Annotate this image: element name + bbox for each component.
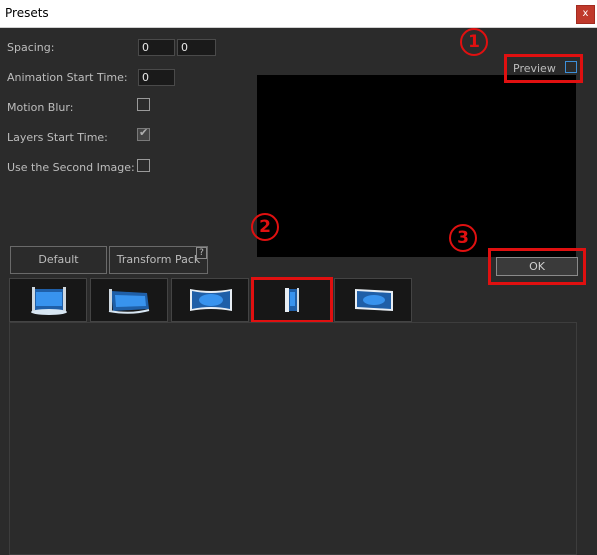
- preset-thumb-scroll-curl[interactable]: [90, 278, 168, 322]
- layers-start-checkbox[interactable]: ✔: [137, 126, 150, 141]
- preset-list-area: [9, 322, 577, 555]
- wave-panel-icon: [190, 289, 232, 311]
- edge-rotate-icon: [285, 288, 299, 312]
- second-image-label: Use the Second Image:: [7, 161, 135, 174]
- window-title: Presets: [5, 6, 49, 20]
- motion-blur-label: Motion Blur:: [7, 101, 74, 114]
- spacing-label: Spacing:: [7, 41, 55, 54]
- spacing-x-input[interactable]: [138, 39, 175, 56]
- animation-start-input[interactable]: [138, 69, 175, 86]
- annotation-marker-2: 2: [251, 213, 279, 241]
- bent-panel-icon: [355, 289, 393, 311]
- help-icon[interactable]: ?: [196, 247, 207, 259]
- preset-thumbnails: [9, 277, 412, 323]
- preset-thumb-bent-panel[interactable]: [334, 278, 412, 322]
- spacing-y-input[interactable]: [177, 39, 216, 56]
- tab-transform-pack[interactable]: Transform Pack: [109, 246, 208, 274]
- annotation-marker-3: 3: [449, 224, 477, 252]
- preset-thumb-edge-rotate[interactable]: [251, 277, 333, 323]
- ok-button[interactable]: OK: [496, 257, 578, 276]
- checkmark-icon: ✔: [139, 126, 149, 139]
- tab-default[interactable]: Default: [10, 246, 107, 274]
- title-bar: Presets x: [0, 0, 597, 28]
- animation-start-label: Animation Start Time:: [7, 71, 128, 84]
- preview-checkbox[interactable]: [565, 61, 577, 73]
- presets-panel: Spacing: Animation Start Time: Motion Bl…: [0, 28, 597, 555]
- ok-button-highlight: OK: [488, 248, 586, 285]
- preset-thumb-scroll-flat[interactable]: [9, 278, 87, 322]
- preview-toggle-highlight[interactable]: Preview: [504, 54, 583, 83]
- motion-blur-checkbox[interactable]: [137, 98, 150, 111]
- preview-label: Preview: [513, 62, 556, 75]
- annotation-marker-1: 1: [460, 28, 488, 56]
- scroll-flat-icon: [31, 287, 67, 315]
- preview-area: [257, 75, 576, 257]
- preset-thumb-wave-panel[interactable]: [171, 278, 249, 322]
- layers-start-label: Layers Start Time:: [7, 131, 108, 144]
- scroll-curl-icon: [108, 289, 150, 314]
- close-button[interactable]: x: [576, 5, 595, 24]
- second-image-checkbox[interactable]: [137, 159, 150, 172]
